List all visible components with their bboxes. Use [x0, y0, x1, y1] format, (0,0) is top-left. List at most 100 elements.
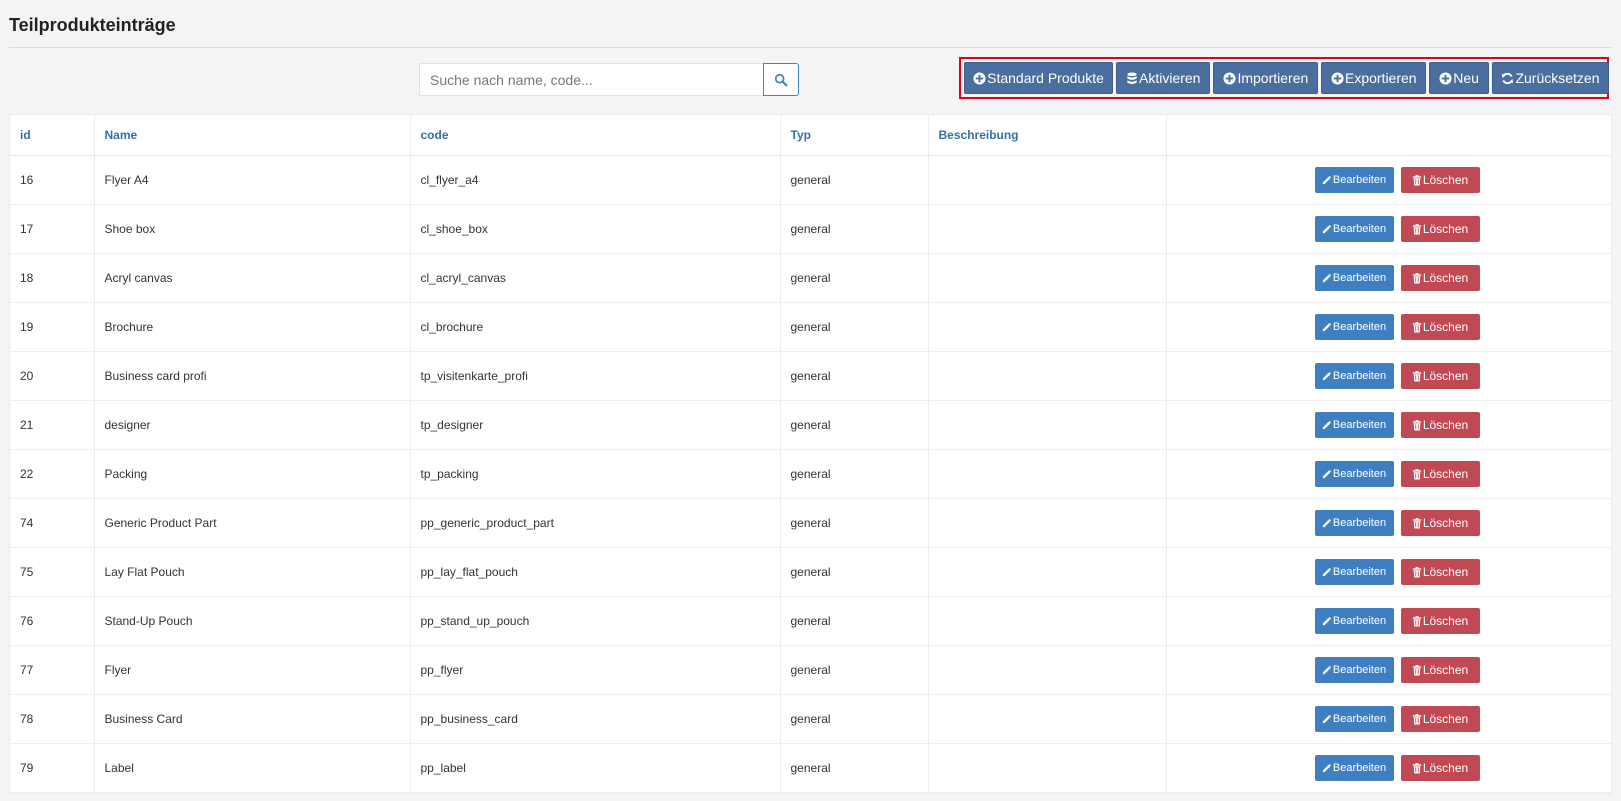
- edit-button[interactable]: Bearbeiten: [1314, 706, 1394, 732]
- delete-button[interactable]: Löschen: [1400, 265, 1480, 291]
- cell-type: general: [780, 155, 929, 205]
- cell-actions: Bearbeiten Löschen: [1166, 694, 1611, 744]
- edit-button[interactable]: Bearbeiten: [1314, 412, 1394, 438]
- export-button[interactable]: Exportieren: [1321, 62, 1427, 94]
- delete-button[interactable]: Löschen: [1400, 706, 1480, 732]
- trash-icon: [1412, 272, 1422, 284]
- pencil-icon: [1322, 273, 1332, 283]
- delete-label: Löschen: [1422, 565, 1469, 579]
- cell-description: [928, 645, 1167, 695]
- standard-products-label: Standard Produkte: [987, 70, 1104, 86]
- cell-id: 75: [10, 547, 95, 597]
- trash-icon: [1412, 174, 1422, 186]
- edit-button[interactable]: Bearbeiten: [1314, 363, 1394, 389]
- activate-label: Aktivieren: [1139, 70, 1201, 86]
- cell-name: Brochure: [94, 302, 411, 352]
- edit-label: Bearbeiten: [1332, 272, 1387, 284]
- cell-type: general: [780, 253, 929, 303]
- delete-label: Löschen: [1422, 222, 1469, 236]
- standard-products-button[interactable]: Standard Produkte: [964, 62, 1113, 94]
- delete-label: Löschen: [1422, 761, 1469, 775]
- search-input[interactable]: [419, 63, 763, 96]
- cell-description: [928, 302, 1167, 352]
- import-button[interactable]: Importieren: [1213, 62, 1319, 94]
- cell-actions: Bearbeiten Löschen: [1166, 253, 1611, 303]
- edit-label: Bearbeiten: [1332, 762, 1387, 774]
- table-row: 22 Packing tp_packing general Bearbeiten Lösc…: [10, 449, 1611, 499]
- plus-circle-icon: [1439, 71, 1452, 85]
- cell-description: [928, 498, 1167, 548]
- delete-label: Löschen: [1422, 712, 1469, 726]
- action-button-group: Standard Produkte Aktivieren Importieren…: [959, 57, 1609, 99]
- search-group: [419, 63, 799, 96]
- delete-button[interactable]: Löschen: [1400, 608, 1480, 634]
- delete-button[interactable]: Löschen: [1400, 314, 1480, 340]
- column-header-description[interactable]: Beschreibung: [928, 115, 1167, 156]
- edit-label: Bearbeiten: [1332, 174, 1387, 186]
- delete-button[interactable]: Löschen: [1400, 510, 1480, 536]
- pencil-icon: [1322, 469, 1332, 479]
- delete-label: Löschen: [1422, 369, 1469, 383]
- pencil-icon: [1322, 322, 1332, 332]
- cell-code: tp_visitenkarte_profi: [410, 351, 781, 401]
- pencil-icon: [1322, 665, 1332, 675]
- edit-button[interactable]: Bearbeiten: [1314, 314, 1394, 340]
- edit-button[interactable]: Bearbeiten: [1314, 265, 1394, 291]
- search-button[interactable]: [763, 63, 799, 96]
- page-title: Teilprodukteinträge: [9, 0, 1612, 48]
- edit-button[interactable]: Bearbeiten: [1314, 461, 1394, 487]
- edit-button[interactable]: Bearbeiten: [1314, 559, 1394, 585]
- table-row: 20 Business card profi tp_visitenkarte_pro…: [10, 351, 1611, 401]
- cell-code: pp_generic_product_part: [410, 498, 781, 548]
- edit-label: Bearbeiten: [1332, 517, 1387, 529]
- column-header-name[interactable]: Name: [94, 115, 411, 156]
- edit-button[interactable]: Bearbeiten: [1314, 755, 1394, 781]
- delete-button[interactable]: Löschen: [1400, 412, 1480, 438]
- cell-name: designer: [94, 400, 411, 450]
- column-header-type[interactable]: Typ: [780, 115, 929, 156]
- cell-type: general: [780, 204, 929, 254]
- edit-button[interactable]: Bearbeiten: [1314, 167, 1394, 193]
- trash-icon: [1412, 517, 1422, 529]
- column-header-code[interactable]: code: [410, 115, 781, 156]
- cell-actions: Bearbeiten Löschen: [1166, 449, 1611, 499]
- cell-code: pp_label: [410, 743, 781, 793]
- cell-id: 21: [10, 400, 95, 450]
- pencil-icon: [1322, 175, 1332, 185]
- table-body: 16 Flyer A4 cl_flyer_a4 general Bearbeiten Lö…: [10, 155, 1611, 793]
- delete-button[interactable]: Löschen: [1400, 216, 1480, 242]
- trash-icon: [1412, 321, 1422, 333]
- trash-icon: [1412, 762, 1422, 774]
- plus-circle-icon: [973, 71, 986, 85]
- reset-button[interactable]: Zurücksetzen: [1491, 62, 1609, 94]
- cell-code: cl_brochure: [410, 302, 781, 352]
- edit-button[interactable]: Bearbeiten: [1314, 510, 1394, 536]
- cell-actions: Bearbeiten Löschen: [1166, 155, 1611, 205]
- cell-actions: Bearbeiten Löschen: [1166, 498, 1611, 548]
- column-header-id[interactable]: id: [10, 115, 95, 156]
- pencil-icon: [1322, 371, 1332, 381]
- cell-description: [928, 449, 1167, 499]
- table-row: 18 Acryl canvas cl_acryl_canvas general Bear…: [10, 253, 1611, 303]
- cell-description: [928, 743, 1167, 793]
- cell-actions: Bearbeiten Löschen: [1166, 400, 1611, 450]
- delete-button[interactable]: Löschen: [1400, 559, 1480, 585]
- cell-type: general: [780, 400, 929, 450]
- edit-button[interactable]: Bearbeiten: [1314, 216, 1394, 242]
- new-label: Neu: [1453, 70, 1479, 86]
- delete-button[interactable]: Löschen: [1400, 167, 1480, 193]
- delete-button[interactable]: Löschen: [1400, 363, 1480, 389]
- delete-button[interactable]: Löschen: [1400, 657, 1480, 683]
- edit-button[interactable]: Bearbeiten: [1314, 608, 1394, 634]
- cell-id: 77: [10, 645, 95, 695]
- delete-label: Löschen: [1422, 614, 1469, 628]
- cell-type: general: [780, 547, 929, 597]
- delete-button[interactable]: Löschen: [1400, 755, 1480, 781]
- edit-button[interactable]: Bearbeiten: [1314, 657, 1394, 683]
- delete-button[interactable]: Löschen: [1400, 461, 1480, 487]
- activate-button[interactable]: Aktivieren: [1116, 62, 1211, 94]
- delete-label: Löschen: [1422, 173, 1469, 187]
- new-button[interactable]: Neu: [1429, 62, 1489, 94]
- table-row: 77 Flyer pp_flyer general Bearbeiten Löschen: [10, 645, 1611, 695]
- cell-name: Business Card: [94, 694, 411, 744]
